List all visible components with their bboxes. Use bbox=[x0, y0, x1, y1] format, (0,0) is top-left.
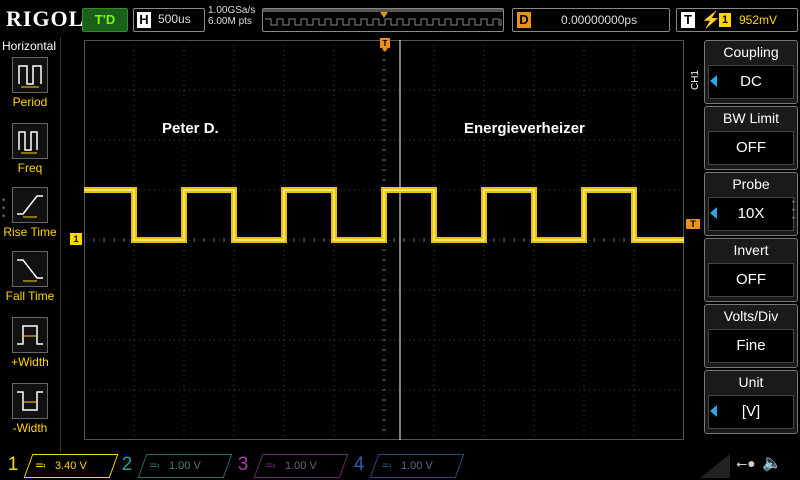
ch2-number: 2 bbox=[121, 454, 133, 475]
ch3-number: 3 bbox=[237, 454, 249, 475]
ch3-scale-box: ≕ 1.00 V bbox=[253, 454, 349, 478]
probe-value: 10X bbox=[708, 197, 794, 231]
top-status-bar: RIGOL T'D H 500us 1.00GSa/s 6.00M pts D … bbox=[0, 0, 800, 36]
coupling-value: DC bbox=[708, 65, 794, 99]
bw-limit-softkey[interactable]: BW Limit OFF bbox=[704, 106, 798, 170]
active-channel-label: CH1 bbox=[690, 70, 701, 91]
memory-depth: 6.00M pts bbox=[208, 16, 252, 27]
unit-title: Unit bbox=[738, 374, 764, 390]
measure-rise-time[interactable]: Rise Time bbox=[0, 187, 60, 249]
coupling-softkey[interactable]: Coupling DC bbox=[704, 40, 798, 104]
ch1-scale-box: ≕ 3.40 V bbox=[23, 454, 119, 478]
invert-title: Invert bbox=[733, 242, 769, 258]
trigger-level-marker[interactable]: T bbox=[686, 219, 700, 229]
period-label: Period bbox=[12, 95, 48, 109]
freq-label: Freq bbox=[17, 161, 43, 175]
ch4-number: 4 bbox=[353, 454, 365, 475]
dc-coupling-icon: ≕ bbox=[35, 460, 46, 472]
volts-div-value: Fine bbox=[708, 329, 794, 363]
memory-waveform-preview bbox=[263, 9, 503, 26]
measure-period[interactable]: Period bbox=[0, 57, 60, 119]
delay-value: 0.00000000ps bbox=[561, 13, 638, 27]
ch4-scale-value: 1.00 V bbox=[401, 460, 433, 472]
bw-limit-value: OFF bbox=[708, 131, 794, 165]
fall-time-label: Fall Time bbox=[5, 289, 55, 303]
fall-time-icon bbox=[12, 251, 48, 287]
annotation-right: Energieverheizer bbox=[464, 120, 585, 137]
coupling-title: Coupling bbox=[723, 44, 779, 60]
period-icon bbox=[12, 57, 48, 93]
positive-width-label: +Width bbox=[11, 355, 49, 369]
unit-value: [V] bbox=[708, 395, 794, 429]
dc-coupling-icon: ≕ bbox=[265, 460, 276, 472]
scroll-dots-left: • • • bbox=[2, 195, 6, 221]
memory-position-bar[interactable] bbox=[262, 8, 504, 32]
dc-coupling-icon: ≕ bbox=[149, 460, 160, 472]
selector-arrow-icon bbox=[710, 405, 717, 417]
trigger-position-top-marker[interactable]: T bbox=[380, 38, 390, 57]
status-corner bbox=[700, 454, 730, 478]
ch2-scale-value: 1.00 V bbox=[169, 460, 201, 472]
ch1-scale-value: 3.40 V bbox=[55, 460, 87, 472]
measure-freq[interactable]: Freq bbox=[0, 123, 60, 185]
channel-status-bar: 1 ≕ 3.40 V 2 ≕ 1.00 V 3 ≕ 1.00 V 4 ≕ 1.0… bbox=[0, 452, 800, 480]
negative-width-icon bbox=[12, 383, 48, 419]
ch4-status[interactable]: 4 ≕ 1.00 V bbox=[350, 454, 465, 478]
measure-fall-time[interactable]: Fall Time bbox=[0, 251, 60, 313]
trigger-level-value: 952mV bbox=[739, 13, 778, 27]
trigger-display[interactable]: T ⚡ 1 952mV bbox=[676, 8, 798, 32]
sample-rate: 1.00GSa/s bbox=[208, 5, 256, 16]
invert-softkey[interactable]: Invert OFF bbox=[704, 238, 798, 302]
selector-arrow-icon bbox=[710, 207, 717, 219]
trigger-source: 1 bbox=[719, 13, 731, 27]
invert-value: OFF bbox=[708, 263, 794, 297]
graticule bbox=[84, 40, 684, 440]
horizontal-measure-panel: Horizontal Period Freq Rise Time Fall Ti… bbox=[0, 37, 61, 452]
ch1-status[interactable]: 1 ≕ 3.40 V bbox=[4, 454, 119, 478]
rising-edge-icon: ⚡ bbox=[701, 12, 721, 29]
probe-title: Probe bbox=[732, 176, 770, 192]
freq-icon bbox=[12, 123, 48, 159]
ch1-waveform-core bbox=[84, 189, 684, 241]
delay-display[interactable]: D 0.00000000ps bbox=[512, 8, 670, 32]
volts-div-title: Volts/Div bbox=[723, 308, 779, 324]
probe-softkey[interactable]: Probe 10X bbox=[704, 172, 798, 236]
volts-div-softkey[interactable]: Volts/Div Fine bbox=[704, 304, 798, 368]
ch3-status[interactable]: 3 ≕ 1.00 V bbox=[234, 454, 349, 478]
bw-limit-title: BW Limit bbox=[723, 110, 779, 126]
unit-softkey[interactable]: Unit [V] bbox=[704, 370, 798, 434]
speaker-icon[interactable]: 🔈 bbox=[762, 453, 782, 473]
usb-icon: ⭠● bbox=[736, 455, 756, 471]
brand-logo: RIGOL bbox=[6, 6, 85, 31]
run-status-badge[interactable]: T'D bbox=[82, 8, 128, 32]
positive-width-icon bbox=[12, 317, 48, 353]
acquisition-info: 1.00GSa/s 6.00M pts bbox=[208, 5, 255, 27]
delay-label: D bbox=[517, 12, 531, 28]
selector-arrow-icon bbox=[710, 75, 717, 87]
ch2-scale-box: ≕ 1.00 V bbox=[137, 454, 233, 478]
svg-text:T: T bbox=[383, 39, 388, 48]
timebase-value: 500us bbox=[158, 12, 191, 26]
timebase-display[interactable]: H 500us bbox=[133, 8, 205, 32]
measure-negative-width[interactable]: -Width bbox=[0, 383, 60, 445]
ch1-offset-marker[interactable]: 1 bbox=[70, 233, 82, 245]
rise-time-icon bbox=[12, 187, 48, 223]
horizontal-label: H bbox=[137, 12, 151, 28]
channel-menu: Coupling DC BW Limit OFF Probe 10X Inver… bbox=[704, 40, 800, 434]
negative-width-label: -Width bbox=[12, 421, 48, 435]
measure-positive-width[interactable]: +Width bbox=[0, 317, 60, 379]
waveform-display[interactable]: Peter D. Energieverheizer bbox=[84, 40, 684, 440]
ch1-number: 1 bbox=[7, 454, 19, 475]
annotation-left: Peter D. bbox=[162, 120, 219, 137]
ch4-scale-box: ≕ 1.00 V bbox=[369, 454, 465, 478]
ch2-status[interactable]: 2 ≕ 1.00 V bbox=[118, 454, 233, 478]
rise-time-label: Rise Time bbox=[3, 225, 57, 239]
trigger-position-marker bbox=[380, 12, 388, 18]
scroll-dots-right: • • • bbox=[792, 197, 796, 223]
trigger-label: T bbox=[681, 12, 695, 28]
panel-title: Horizontal bbox=[2, 39, 57, 53]
dc-coupling-icon: ≕ bbox=[381, 460, 392, 472]
ch3-scale-value: 1.00 V bbox=[285, 460, 317, 472]
